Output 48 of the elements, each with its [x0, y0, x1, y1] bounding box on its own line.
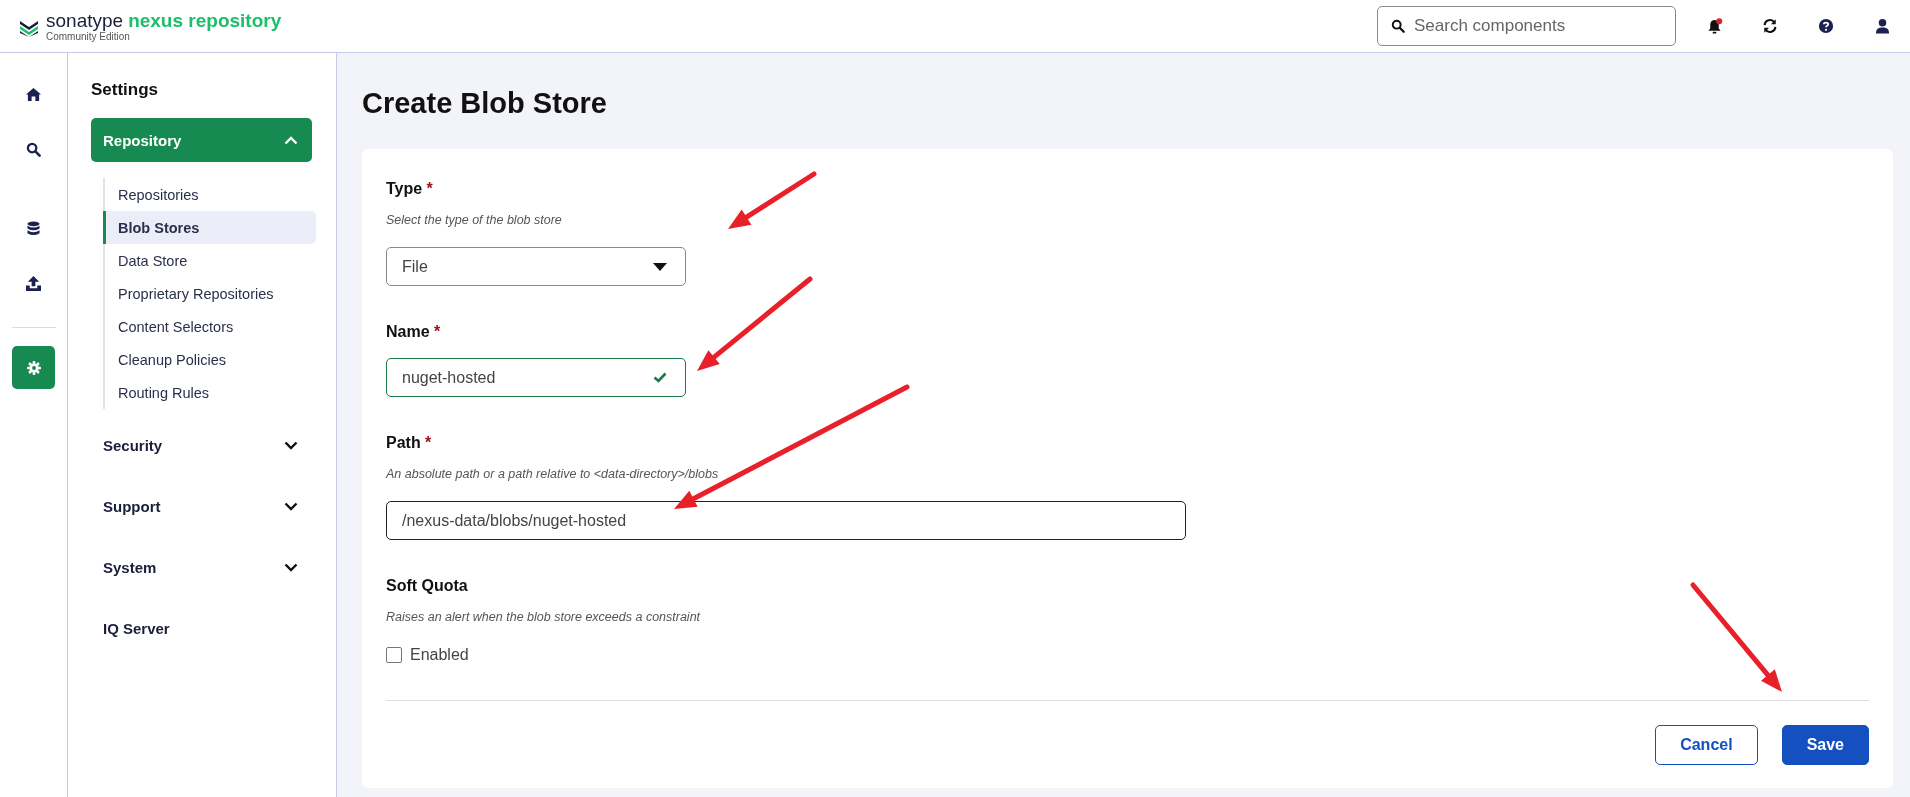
sidebar-section[interactable]: Support [91, 484, 312, 528]
sidebar-title: Settings [91, 80, 160, 100]
cancel-button[interactable]: Cancel [1655, 725, 1758, 765]
sidebar-link[interactable]: IQ Server [91, 606, 312, 650]
edition-label: Community Edition [46, 30, 131, 42]
chevron-icon [284, 562, 298, 572]
brand-name: sonatype [46, 10, 124, 31]
save-button[interactable]: Save [1781, 725, 1869, 765]
field-label: Type * [386, 179, 434, 199]
text-field[interactable]: /nexus-data/blobs/nuget-hosted [386, 501, 1186, 540]
checkbox-label: Enabled [410, 646, 469, 664]
field-hint: Select the type of the blob store [386, 213, 563, 227]
sidebar-item[interactable]: Repositories [103, 178, 316, 211]
sidebar-section[interactable]: Repository [91, 118, 312, 162]
text-field[interactable]: nuget-hosted [386, 358, 686, 397]
search-icon [1391, 19, 1405, 33]
sidebar-item[interactable]: Data Store [103, 244, 316, 277]
sidebar-item[interactable]: Routing Rules [103, 376, 316, 409]
field-hint: Raises an alert when the blob store exceeds a constraint [386, 610, 702, 624]
refresh-icon [1762, 18, 1778, 34]
help-icon [1818, 18, 1834, 34]
chevron-icon [284, 440, 298, 450]
sidebar-item[interactable]: Cleanup Policies [103, 343, 316, 376]
field-hint: An absolute path or a path relative to <data-directory>/blobs [386, 467, 720, 481]
caret-icon [653, 262, 667, 271]
sidebar-item[interactable]: Content Selectors [103, 310, 316, 343]
upload-icon [26, 276, 41, 291]
checkbox[interactable] [386, 647, 402, 663]
type-dropdown[interactable]: File [386, 247, 686, 286]
field-label: Soft Quota [386, 576, 469, 596]
sidebar-item[interactable]: Proprietary Repositories [103, 277, 316, 310]
field-label: Path * [386, 433, 433, 453]
product-name: nexus repository [128, 10, 282, 31]
user-icon [1874, 18, 1890, 34]
sidebar-item[interactable]: Blob Stores [103, 211, 316, 244]
sidebar-section[interactable]: System [91, 545, 312, 589]
chevron-icon [284, 501, 298, 511]
check-icon [653, 372, 667, 383]
field-label: Name * [386, 322, 442, 342]
database-icon [27, 221, 40, 236]
settings-nav-button[interactable] [12, 346, 55, 389]
sidebar-section[interactable]: Security [91, 423, 312, 467]
search-field[interactable]: Search components [1377, 6, 1676, 46]
page-title: Create Blob Store [362, 86, 608, 121]
search-icon [26, 142, 41, 157]
settings-icon [26, 360, 41, 375]
home-icon [25, 87, 42, 102]
chevron-icon [284, 135, 298, 145]
